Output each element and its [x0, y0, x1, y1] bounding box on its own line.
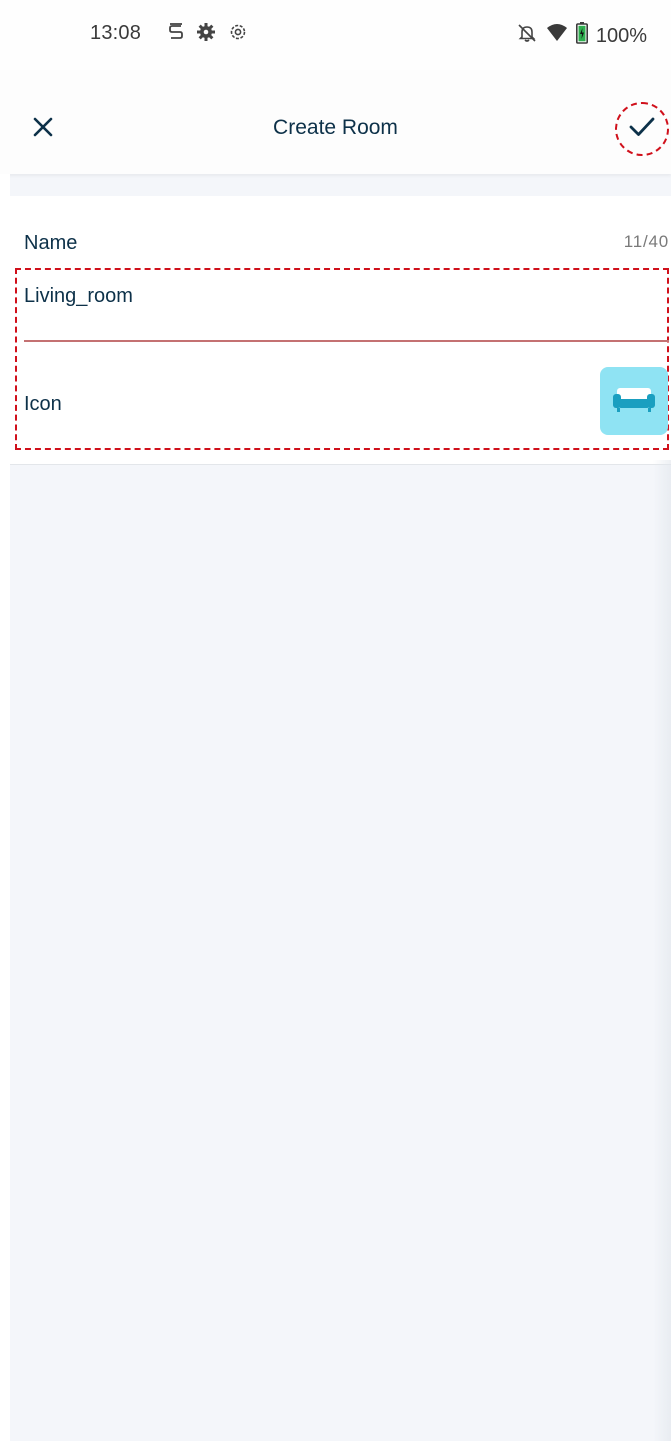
page-title: Create Room [273, 116, 398, 139]
check-icon [628, 115, 656, 144]
s-icon [168, 22, 184, 48]
app-bar: Create Room [0, 70, 671, 174]
settings-solid-icon [196, 22, 216, 48]
side-shadow [653, 460, 671, 1441]
battery-percent: 100% [595, 24, 647, 47]
room-form: Name 11/40 Icon [10, 196, 671, 465]
status-right: 100% [516, 22, 647, 50]
settings-outline-icon [228, 22, 248, 48]
input-underline [24, 340, 669, 342]
name-label: Name [24, 232, 78, 254]
status-bar: 13:08 100% [0, 0, 671, 70]
status-left-icons [168, 22, 248, 48]
left-strip [0, 174, 10, 1441]
character-counter: 11/40 [623, 232, 669, 251]
room-name-input[interactable] [24, 276, 654, 316]
room-icon-picker[interactable] [600, 367, 668, 435]
sofa-icon [611, 384, 657, 419]
wifi-icon [546, 23, 568, 49]
notifications-off-icon [516, 22, 538, 50]
icon-label: Icon [24, 393, 62, 415]
confirm-button[interactable] [615, 102, 669, 156]
battery-icon [575, 22, 588, 50]
status-time: 13:08 [90, 22, 142, 44]
